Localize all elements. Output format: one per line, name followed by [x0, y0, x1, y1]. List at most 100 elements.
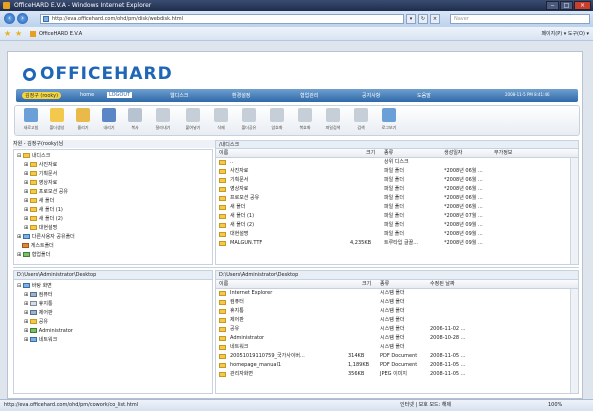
col-date[interactable]: 수정된 날짜 [430, 280, 455, 289]
cell-date: *2008년 06월 ... [444, 168, 483, 174]
encrypt-button[interactable]: 암호화 [265, 108, 289, 135]
tree-item[interactable]: ⊞ 공유 [17, 318, 209, 327]
decrypt-button[interactable]: 복호화 [293, 108, 317, 135]
file-row[interactable]: 새 폴더 (2) 파일 폴더 *2008년 09월 ... [216, 221, 578, 230]
tree-item[interactable]: ⊞ 새 폴더 (1) [17, 206, 209, 215]
file-row[interactable]: MALGUN.TTF 4,235KB 트루타입 글꼴... *2008년 09월 ..… [216, 239, 578, 248]
file-row[interactable]: .. 상위 디스크 [216, 158, 578, 167]
tree-item[interactable]: ⊞ Administrator [17, 327, 209, 336]
file-row[interactable]: 대현설명 파일 폴더 *2008년 09월 ... [216, 230, 578, 239]
log-button[interactable]: 로그보기 [377, 108, 401, 135]
cut-button[interactable]: 잘라내기 [151, 108, 175, 135]
delete-button[interactable]: 삭제 [209, 108, 233, 135]
command-bar[interactable]: 페이지(P) ▾ 도구(O) ▾ [541, 30, 589, 37]
maximize-button[interactable]: □ [560, 1, 573, 10]
tree-item[interactable]: ⊞ 새 폴더 [17, 197, 209, 206]
cell-name: 프로모션 공유 [230, 195, 260, 201]
folder-icon [29, 180, 37, 185]
download-button[interactable]: 내리기 [97, 108, 121, 135]
dropdown-icon[interactable]: ▾ [406, 14, 416, 24]
user-name[interactable]: 김정구 (rooky) [22, 92, 62, 99]
file-row[interactable]: Administrator 시스템 폴더 2008-10-28 ... [216, 334, 578, 343]
tab-officehard[interactable]: OfficeHARD E.V.A [30, 29, 82, 39]
col-date[interactable]: 생성일자 [444, 149, 462, 158]
guest-folder-icon [21, 243, 29, 248]
forward-button[interactable]: › [17, 13, 28, 24]
col-extra[interactable]: 부가정보 [494, 149, 512, 158]
tree-item[interactable]: ⊟ 내디스크 [17, 152, 209, 161]
col-type[interactable]: 종류 [384, 149, 393, 158]
tree-item[interactable]: ⊞ 네트워크 [17, 336, 209, 345]
col-type[interactable]: 종류 [380, 280, 389, 289]
file-row[interactable]: homepage_manual1 1,189KB PDF Document 2008-… [216, 361, 578, 370]
col-name[interactable]: 이름 [219, 280, 228, 289]
close-button[interactable]: × [574, 1, 591, 10]
remote-rows: .. 상위 디스크 사진자료 파일 폴더 *2008년 06월 ... 기획문서 파일 폴더… [216, 158, 578, 248]
file-icon [219, 300, 226, 305]
col-name[interactable]: 이름 [219, 149, 228, 158]
file-row[interactable]: 공유 시스템 폴더 2006-11-02 ... [216, 325, 578, 334]
menu-help[interactable]: 도움말 [417, 92, 431, 99]
paste-button[interactable]: 붙여넣기 [181, 108, 205, 135]
file-row[interactable]: 프로모션 공유 파일 폴더 *2008년 06월 ... [216, 194, 578, 203]
logout-button[interactable]: LOGOUT [107, 92, 133, 98]
back-button[interactable]: ‹ [4, 13, 15, 24]
file-row[interactable]: 컴퓨터 시스템 폴더 [216, 298, 578, 307]
file-row[interactable]: 네트워크 시스템 폴더 [216, 343, 578, 352]
tree-item[interactable]: ⊞ 새 폴더 (2) [17, 215, 209, 224]
new-folder-button[interactable]: 폴더생성 [45, 108, 69, 135]
file-row[interactable]: 20051019110759_국가사이버... 314KB PDF Document… [216, 352, 578, 361]
cell-name: 새 폴더 (1) [230, 213, 255, 219]
minimize-button[interactable]: ‒ [546, 1, 559, 10]
url-input[interactable]: http://eva.officehard.com/ohd/pm/disk/we… [40, 14, 404, 24]
menu-settings[interactable]: 환경설정 [232, 92, 250, 99]
shared-folder-icon [22, 234, 30, 239]
search-input[interactable]: Naver [450, 14, 590, 24]
tree-item[interactable]: ⊞ 컴퓨터 [17, 291, 209, 300]
zoom-level[interactable]: 100% [548, 400, 562, 411]
window-titlebar: OfficeHARD E.V.A - Windows Internet Expl… [0, 0, 593, 11]
search-button[interactable]: 검색 [349, 108, 373, 135]
tree-item[interactable]: ⊞ 프로모션 공유 [17, 188, 209, 197]
file-row[interactable]: 영상자료 파일 폴더 *2008년 06월 ... [216, 185, 578, 194]
file-row[interactable]: 사진자료 파일 폴더 *2008년 06월 ... [216, 167, 578, 176]
col-size[interactable]: 크기 [362, 280, 371, 289]
file-row[interactable]: Internet Explorer 시스템 폴더 [216, 289, 578, 298]
menu-home[interactable]: home [80, 92, 94, 98]
file-icon [219, 232, 226, 237]
menu-cowork[interactable]: 협업관리 [300, 92, 318, 99]
favorites-star-icon[interactable]: ★ [4, 29, 11, 38]
tree-item[interactable]: ⊞ 휴지통 [17, 300, 209, 309]
file-row[interactable]: 제어판 시스템 폴더 [216, 316, 578, 325]
file-search-button[interactable]: 파일검색 [321, 108, 345, 135]
tree-item[interactable]: ⊞ 영상자료 [17, 179, 209, 188]
file-row[interactable]: 기획문서 파일 폴더 *2008년 06월 ... [216, 176, 578, 185]
tree-item[interactable]: ⊞ 사진자료 [17, 161, 209, 170]
refresh-button[interactable]: 새로고침 [19, 108, 43, 135]
file-row[interactable]: 새 폴더 파일 폴더 *2008년 06월 ... [216, 203, 578, 212]
menu-webdisk[interactable]: 웹디스크 [170, 92, 188, 99]
cell-type: 파일 폴더 [384, 204, 404, 210]
page-icon [43, 16, 49, 22]
file-row[interactable]: 새 폴더 (1) 파일 폴더 *2008년 07월 ... [216, 212, 578, 221]
copy-button[interactable]: 복사 [123, 108, 147, 135]
remote-scrollbar[interactable] [570, 158, 578, 264]
file-row[interactable]: 휴지통 시스템 폴더 [216, 307, 578, 316]
local-scrollbar[interactable] [570, 289, 578, 393]
tree-item[interactable]: ⊞ 제어판 [17, 309, 209, 318]
cell-date: *2008년 06월 ... [444, 177, 483, 183]
tree-item[interactable]: ⊞ 대현설명 [17, 224, 209, 233]
col-size[interactable]: 크기 [366, 149, 375, 158]
file-row[interactable]: 관리자화면 356KB JPEG 이미지 2008-11-05 ... [216, 370, 578, 379]
upload-button[interactable]: 올리기 [71, 108, 95, 135]
tree-item[interactable]: ⊟ 바탕 화면 [17, 282, 209, 291]
tree-item[interactable]: ⊞ 협업폴더 [17, 251, 209, 260]
tree-item[interactable]: ⊞ 다른사용자 공유폴더 [17, 233, 209, 242]
tree-item[interactable]: ⊞ 기획문서 [17, 170, 209, 179]
menu-notice[interactable]: 공지사항 [362, 92, 380, 99]
add-favorite-icon[interactable]: ★ [15, 29, 22, 38]
stop-icon[interactable]: × [430, 14, 440, 24]
refresh-icon[interactable]: ↻ [418, 14, 428, 24]
tree-item[interactable]: 게스트폴더 [17, 242, 209, 251]
share-folder-button[interactable]: 폴더공유 [237, 108, 261, 135]
